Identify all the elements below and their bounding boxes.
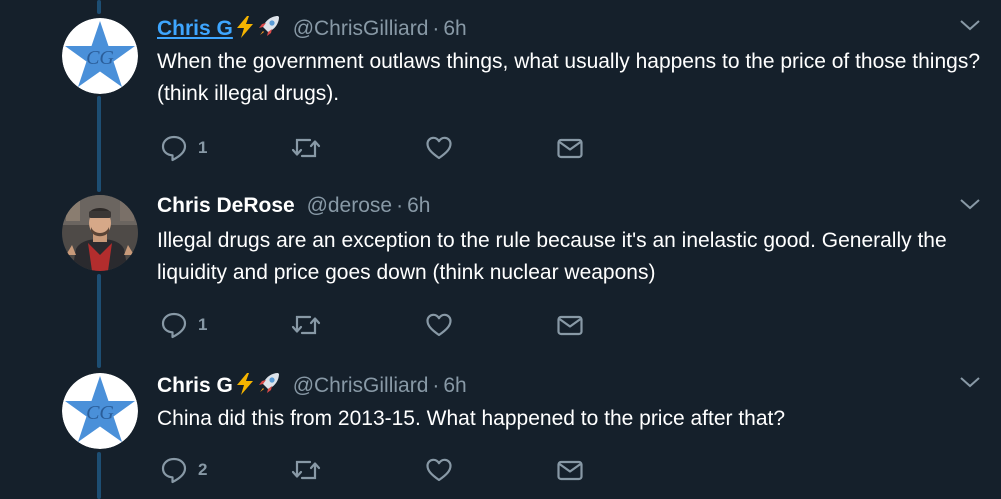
direct-message-button[interactable] (556, 311, 584, 339)
like-button[interactable] (425, 456, 453, 484)
reply-icon (161, 312, 187, 339)
tweet-header: Chris DeRose @derose · 6h (157, 193, 430, 219)
author-name[interactable]: Chris G (157, 17, 233, 40)
retweet-icon (291, 460, 321, 480)
cg-star-logo-icon: CG (62, 18, 138, 94)
retweet-button[interactable] (290, 311, 322, 339)
separator-dot: · (432, 374, 440, 397)
tweet[interactable]: CG Chris G @ChrisGilliard · 6h When the go… (0, 14, 1001, 174)
author-handle[interactable]: @ChrisGilliard (293, 17, 429, 40)
tweet-header: Chris G @ChrisGilliard · 6h (157, 14, 467, 45)
direct-message-button[interactable] (556, 134, 584, 162)
lightning-emoji-icon (235, 16, 255, 45)
rocket-emoji-icon (257, 371, 281, 402)
retweet-icon (291, 138, 321, 158)
like-button[interactable] (425, 134, 453, 162)
chevron-down-icon[interactable] (959, 18, 981, 32)
svg-text:CG: CG (86, 402, 114, 424)
timestamp[interactable]: 6h (443, 374, 466, 397)
tweet-header: Chris G @ChrisGilliard · 6h (157, 371, 467, 402)
rocket-emoji-icon (257, 14, 281, 45)
author-handle[interactable]: @ChrisGilliard (293, 374, 429, 397)
tweet-text: Illegal drugs are an exception to the ru… (157, 229, 947, 284)
retweet-button[interactable] (290, 134, 322, 162)
thread-line (97, 0, 101, 14)
reply-button[interactable]: 2 (160, 456, 207, 484)
heart-icon (426, 136, 452, 160)
heart-icon (426, 458, 452, 482)
tweet-actions: 2 (160, 456, 600, 484)
chevron-down-icon[interactable] (959, 197, 981, 211)
retweet-button[interactable] (290, 456, 322, 484)
chevron-down-icon[interactable] (959, 375, 981, 389)
lightning-emoji-icon (235, 373, 255, 402)
author-name[interactable]: Chris G (157, 374, 233, 397)
heart-icon (426, 313, 452, 337)
tweet-actions: 1 (160, 134, 600, 162)
avatar[interactable]: CG (62, 373, 138, 449)
reply-icon (161, 135, 187, 162)
tweet[interactable]: CG Chris G @ChrisGilliard · 6h China did t… (0, 371, 1001, 499)
author-name[interactable]: Chris DeRose (157, 194, 295, 217)
envelope-icon (557, 138, 583, 159)
reply-icon (161, 457, 187, 484)
tweet-actions: 1 (160, 311, 600, 339)
reply-button[interactable]: 1 (160, 311, 207, 339)
envelope-icon (557, 460, 583, 481)
like-button[interactable] (425, 311, 453, 339)
avatar[interactable] (62, 195, 138, 271)
separator-dot: · (432, 17, 440, 40)
svg-text:CG: CG (86, 47, 114, 69)
author-handle[interactable]: @derose (307, 194, 393, 217)
reply-count: 2 (198, 460, 208, 479)
tweet-text: When the government outlaws things, what… (157, 50, 980, 105)
cg-star-logo-icon: CG (62, 373, 138, 449)
envelope-icon (557, 315, 583, 336)
direct-message-button[interactable] (556, 456, 584, 484)
timestamp[interactable]: 6h (407, 194, 430, 217)
person-photo-icon (62, 195, 138, 271)
timestamp[interactable]: 6h (443, 17, 466, 40)
avatar[interactable]: CG (62, 18, 138, 94)
tweet[interactable]: Chris DeRose @derose · 6h Illegal drugs ar… (0, 193, 1001, 358)
reply-button[interactable]: 1 (160, 134, 207, 162)
reply-count: 1 (198, 315, 208, 334)
reply-count: 1 (198, 138, 208, 157)
separator-dot: · (396, 194, 404, 217)
tweet-text: China did this from 2013-15. What happen… (157, 407, 786, 430)
retweet-icon (291, 315, 321, 335)
